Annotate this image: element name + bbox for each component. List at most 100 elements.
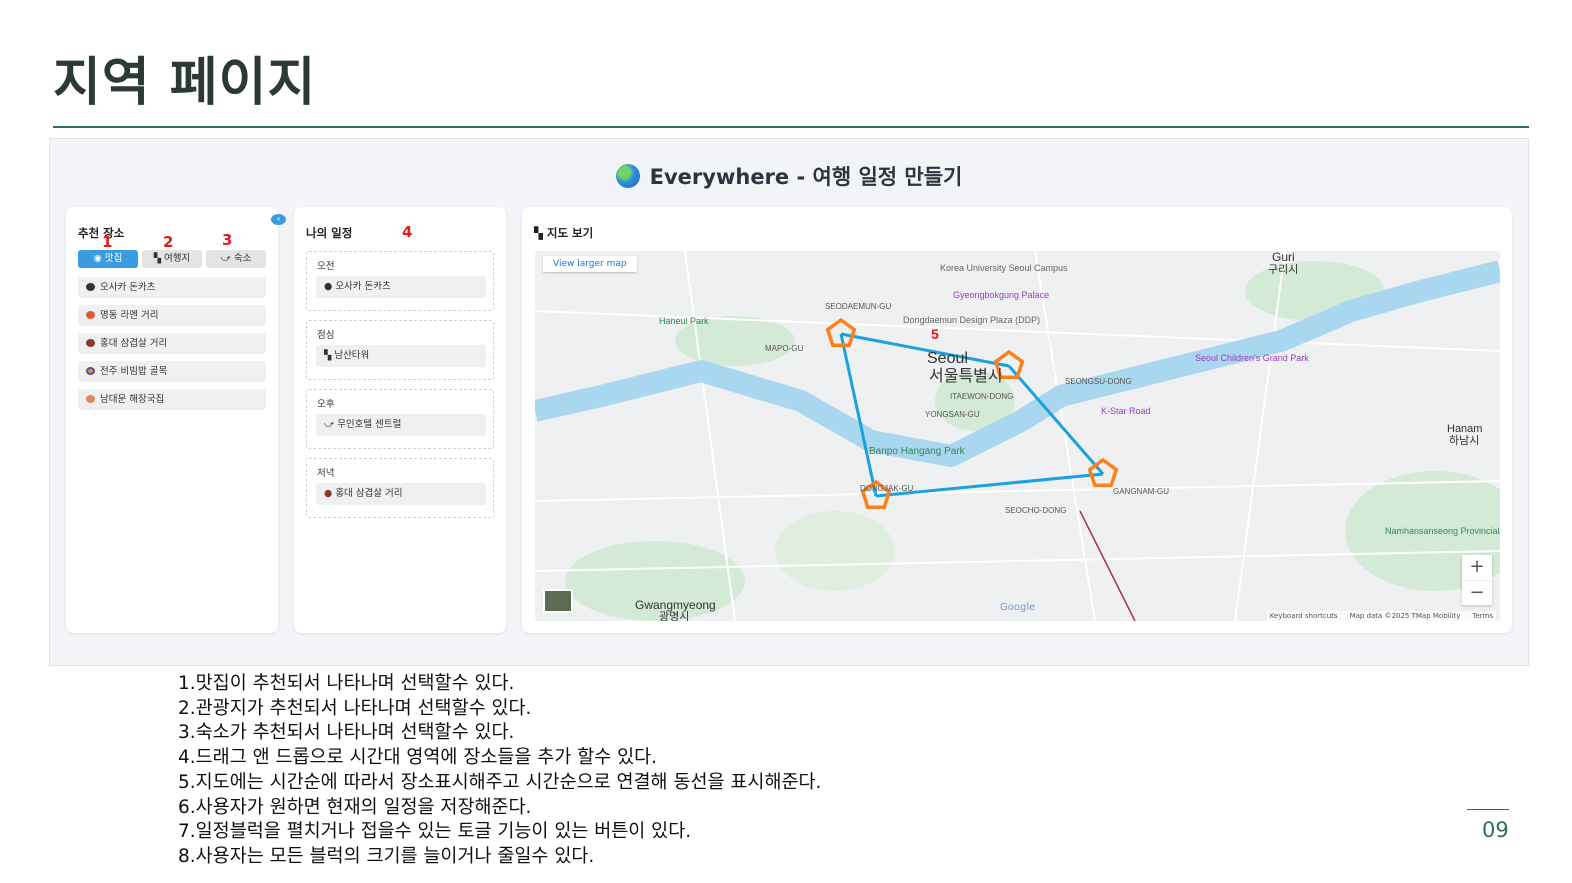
- map-heading: ▚ 지도 보기: [534, 225, 593, 241]
- ramen-icon: [86, 311, 95, 319]
- recommend-panel: 추천 장소 1 2 3 ◉ 맛집 ▚ 여행지 ⤻ 숙소 오사카 돈카츠 명동 라…: [66, 207, 278, 633]
- slot-lunch[interactable]: 점심 ▚ 남산타워: [306, 320, 494, 380]
- page-number: 09: [1482, 818, 1509, 842]
- feature-description: 1.맛집이 추천되서 나타나며 선택할수 있다. 2.관광지가 추천되서 나타나…: [178, 672, 821, 870]
- bed-icon: ⤻: [220, 253, 234, 264]
- map-label: Gyeongbokgung Palace: [953, 290, 1049, 300]
- list-item[interactable]: 홍대 삼겹살 거리: [78, 333, 266, 354]
- map-data-text: Map data ©2025 TMap Mobility: [1349, 612, 1461, 620]
- tab-attraction[interactable]: ▚ 여행지: [142, 250, 202, 268]
- map-label: Dongdaemun Design Plaza (DDP): [903, 315, 1040, 325]
- app-screenshot: Everywhere - 여행 일정 만들기 추천 장소 1 2 3 ◉ 맛집 …: [49, 138, 1529, 666]
- globe-icon: [615, 164, 640, 188]
- map-label: Banpo Hangang Park: [869, 446, 966, 457]
- schedule-panel: 나의 일정 4 오전 ● 오사카 돈카츠 점심 ▚ 남산타워 오후 ⤻ 무인호텔 센트…: [294, 207, 506, 633]
- map-panel: ▚ 지도 보기 Seoul 서울특별시 Banpo Hangang Park G…: [522, 207, 1512, 633]
- slot-evening[interactable]: 저녁 ● 홍대 삼겹살 거리: [306, 458, 494, 518]
- title-divider: [53, 126, 1529, 128]
- category-tabs: ◉ 맛집 ▚ 여행지 ⤻ 숙소: [78, 250, 266, 268]
- schedule-item[interactable]: ⤻ 무인호텔 센트럴: [316, 414, 486, 436]
- description-line: 8.사용자는 모든 블럭의 크기를 늘이거나 줄일수 있다.: [178, 845, 595, 867]
- item-label: 전주 비빔밥 골목: [100, 366, 168, 377]
- list-item[interactable]: 오사카 돈카츠: [78, 277, 266, 298]
- zoom-in-button[interactable]: +: [1462, 555, 1492, 580]
- route-segment: [840, 332, 1010, 368]
- schedule-item[interactable]: ● 오사카 돈카츠: [316, 276, 486, 298]
- map-icon: ▚: [153, 253, 165, 264]
- schedule-item[interactable]: ▚ 남산타워: [316, 345, 486, 367]
- food-icon: [86, 283, 95, 291]
- view-larger-map-link[interactable]: View larger map: [543, 256, 637, 272]
- tab-label: 맛집: [104, 253, 123, 264]
- item-label: 홍대 삼겹살 거리: [335, 488, 403, 499]
- description-line: 3.숙소가 추천되서 나타나며 선택할수 있다.: [178, 722, 515, 744]
- list-item[interactable]: 남대문 해장국집: [78, 389, 266, 410]
- map-label: Gwangmyeong: [635, 598, 716, 612]
- food-icon: ●: [324, 281, 336, 292]
- slot-label: 점심: [317, 330, 335, 341]
- zoom-controls: + −: [1462, 555, 1492, 605]
- meat-icon: ●: [324, 488, 336, 499]
- map-icon: ▚: [324, 350, 335, 361]
- annotation-5: 5: [931, 326, 939, 342]
- tab-restaurant[interactable]: ◉ 맛집: [78, 250, 138, 268]
- list-item[interactable]: 명동 라멘 거리: [78, 305, 266, 326]
- double-chevron-left-icon[interactable]: «: [271, 214, 286, 225]
- map-label: Seoul: [927, 350, 968, 367]
- map-label: SEODAEMUN-GU: [825, 302, 891, 311]
- item-label: 남산타워: [334, 350, 370, 361]
- slot-label: 오전: [317, 261, 335, 272]
- map-label: Namhansanseong Provincial Park: [1385, 526, 1500, 536]
- map-label: Korea University Seoul Campus: [940, 263, 1068, 273]
- item-label: 오사카 돈카츠: [335, 281, 391, 292]
- satellite-toggle[interactable]: [543, 589, 573, 613]
- map-label: 하남시: [1449, 433, 1479, 447]
- description-line: 6.사용자가 원하면 현재의 일정을 저장해준다.: [178, 796, 532, 818]
- annotation-1: 1: [102, 233, 113, 251]
- terms-link[interactable]: Terms: [1472, 612, 1493, 620]
- description-line: 5.지도에는 시간순에 따라서 장소표시해주고 시간순으로 연결해 동선을 표시…: [178, 771, 822, 793]
- schedule-item[interactable]: ● 홍대 삼겹살 거리: [316, 483, 486, 505]
- soup-icon: [86, 395, 95, 403]
- map-label: SEOCHO-DONG: [1005, 506, 1066, 515]
- annotation-2: 2: [163, 233, 174, 251]
- map-label: 광명시: [659, 610, 689, 621]
- map-label: MAPO-GU: [765, 344, 803, 353]
- map-label: 서울특별시: [929, 367, 1003, 385]
- item-label: 오사카 돈카츠: [100, 282, 156, 293]
- annotation-3: 3: [222, 231, 233, 249]
- map-label: Hanam: [1447, 423, 1482, 435]
- slide-title: 지역 페이지: [53, 53, 317, 113]
- map-canvas[interactable]: Seoul 서울특별시 Banpo Hangang Park Gwangmyeo…: [535, 251, 1500, 621]
- google-map[interactable]: Seoul 서울특별시 Banpo Hangang Park Gwangmyeo…: [535, 251, 1500, 621]
- zoom-out-button[interactable]: −: [1462, 580, 1492, 605]
- description-line: 7.일정블럭을 펼치거나 접을수 있는 토글 기능이 있는 버튼이 있다.: [178, 821, 692, 843]
- keyboard-shortcuts-link[interactable]: Keyboard shortcuts: [1270, 612, 1338, 620]
- plate-icon: ◉: [93, 253, 105, 264]
- slot-label: 오후: [317, 399, 335, 410]
- list-item[interactable]: 전주 비빔밥 골목: [78, 361, 266, 382]
- meat-icon: [86, 339, 95, 347]
- item-label: 남대문 해장국집: [100, 394, 165, 405]
- description-line: 4.드래그 앤 드롭으로 시간대 영역에 장소들을 추가 할수 있다.: [178, 747, 658, 769]
- map-label: Guri: [1272, 251, 1295, 264]
- map-label: SEONGSU-DONG: [1065, 377, 1132, 386]
- slot-label: 저녁: [317, 468, 335, 479]
- item-label: 홍대 삼겹살 거리: [100, 338, 168, 349]
- map-label: GANGNAM-GU: [1113, 487, 1169, 496]
- schedule-heading: 나의 일정: [306, 226, 353, 240]
- map-label: K-Star Road: [1101, 406, 1151, 416]
- bed-icon: ⤻: [324, 419, 338, 430]
- map-heading-text: 지도 보기: [546, 226, 594, 240]
- app-title: Everywhere - 여행 일정 만들기: [649, 165, 963, 189]
- map-label: YONGSAN-GU: [925, 410, 980, 419]
- description-line: 1.맛집이 추천되서 나타나며 선택할수 있다.: [178, 673, 515, 694]
- recommend-list: 오사카 돈카츠 명동 라멘 거리 홍대 삼겹살 거리 전주 비빔밥 골목 남대문…: [78, 277, 266, 417]
- tab-label: 여행지: [164, 253, 191, 264]
- slot-morning[interactable]: 오전 ● 오사카 돈카츠: [306, 251, 494, 311]
- map-icon: ▚: [534, 226, 547, 240]
- slot-afternoon[interactable]: 오후 ⤻ 무인호텔 센트럴: [306, 389, 494, 449]
- tab-lodging[interactable]: ⤻ 숙소: [206, 250, 266, 268]
- map-attribution: Keyboard shortcuts Map data ©2025 TMap Mo…: [1266, 611, 1496, 621]
- map-label: 구리시: [1268, 263, 1298, 276]
